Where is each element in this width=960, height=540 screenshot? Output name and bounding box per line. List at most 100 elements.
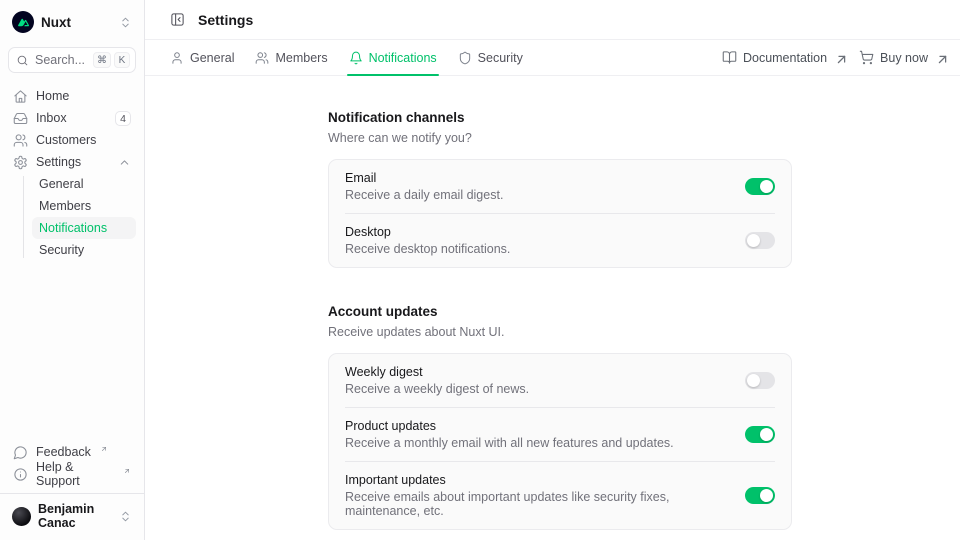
tabbar-actions: Documentation Buy now [722, 40, 950, 75]
section-title: Notification channels [328, 110, 792, 125]
sidebar-item-settings[interactable]: Settings [8, 151, 136, 173]
sub-item-label: Notifications [39, 221, 107, 235]
search-placeholder: Search... [35, 53, 85, 67]
chevrons-up-down-icon [119, 510, 132, 523]
sidebar-footer: Feedback Help & Support Benjamin Canac [8, 441, 136, 532]
setting-label: Product updates [345, 419, 674, 433]
external-link-icon [834, 52, 849, 67]
sidebar-item-notifications[interactable]: Notifications [32, 217, 136, 239]
setting-label: Important updates [345, 473, 729, 487]
setting-row-weekly-digest: Weekly digest Receive a weekly digest of… [329, 354, 791, 407]
help-support-link[interactable]: Help & Support [8, 463, 136, 485]
tab-label: Notifications [369, 51, 437, 65]
bell-icon [349, 51, 363, 65]
page-titlebar: Settings [145, 0, 960, 40]
tab-notifications[interactable]: Notifications [349, 40, 437, 75]
search-input[interactable]: Search... ⌘ K [8, 47, 136, 73]
users-icon [13, 133, 28, 148]
external-link-icon [100, 445, 108, 453]
chevrons-up-down-icon [119, 16, 132, 29]
sidebar-item-home[interactable]: Home [8, 85, 136, 107]
sub-item-label: Security [39, 243, 84, 257]
users-icon [255, 51, 269, 65]
product-updates-toggle[interactable] [745, 426, 775, 443]
buy-now-button[interactable]: Buy now [859, 48, 950, 67]
sidebar-item-inbox[interactable]: Inbox 4 [8, 107, 136, 129]
tab-label: General [190, 51, 234, 65]
setting-description: Receive a weekly digest of news. [345, 382, 529, 396]
setting-row-desktop: Desktop Receive desktop notifications. [329, 214, 791, 267]
section-notification-channels: Notification channels Where can we notif… [328, 110, 792, 268]
sidebar-item-label: Settings [36, 155, 81, 169]
setting-description: Receive a monthly email with all new fea… [345, 436, 674, 450]
action-label: Documentation [743, 51, 827, 65]
section-account-updates: Account updates Receive updates about Nu… [328, 304, 792, 530]
sidebar-item-label: Home [36, 89, 69, 103]
main-panel: Settings General Members Notifications [145, 0, 960, 540]
setting-row-email: Email Receive a daily email digest. [329, 160, 791, 213]
footer-item-label: Feedback [36, 445, 91, 459]
team-name: Nuxt [41, 15, 71, 30]
sidebar-item-security[interactable]: Security [32, 239, 136, 261]
settings-card: Weekly digest Receive a weekly digest of… [328, 353, 792, 530]
sidebar-nav: Home Inbox 4 Customers Settings General [8, 85, 136, 261]
search-icon [16, 54, 29, 67]
chevron-up-icon [118, 156, 131, 169]
action-label: Buy now [880, 51, 928, 65]
sidebar-item-members[interactable]: Members [32, 195, 136, 217]
tab-members[interactable]: Members [255, 40, 327, 75]
external-link-icon [935, 52, 950, 67]
sub-item-label: General [39, 177, 83, 191]
sidebar-item-customers[interactable]: Customers [8, 129, 136, 151]
avatar [12, 507, 31, 526]
tab-general[interactable]: General [170, 40, 234, 75]
setting-label: Email [345, 171, 503, 185]
setting-description: Receive a daily email digest. [345, 188, 503, 202]
tab-label: Members [275, 51, 327, 65]
sidebar: Nuxt Search... ⌘ K Home Inbox 4 [0, 0, 145, 540]
home-icon [13, 89, 28, 104]
shield-icon [458, 51, 472, 65]
setting-row-important-updates: Important updates Receive emails about i… [329, 462, 791, 529]
team-switcher[interactable]: Nuxt [8, 8, 136, 36]
page-title: Settings [198, 12, 253, 28]
setting-description: Receive emails about important updates l… [345, 490, 729, 518]
user-icon [170, 51, 184, 65]
footer-item-label: Help & Support [36, 460, 114, 488]
settings-sub-list: General Members Notifications Security [8, 173, 136, 261]
tabs: General Members Notifications Security [170, 40, 523, 75]
book-open-icon [722, 50, 737, 65]
desktop-toggle[interactable] [745, 232, 775, 249]
collapse-sidebar-button[interactable] [167, 10, 187, 30]
section-description: Where can we notify you? [328, 131, 792, 145]
sub-item-label: Members [39, 199, 91, 213]
tabbar: General Members Notifications Security [145, 40, 960, 76]
settings-content: Notification channels Where can we notif… [145, 76, 960, 540]
shopping-cart-icon [859, 50, 874, 65]
tab-label: Security [478, 51, 523, 65]
info-circle-icon [13, 467, 28, 482]
important-updates-toggle[interactable] [745, 487, 775, 504]
documentation-button[interactable]: Documentation [722, 48, 849, 67]
sidebar-item-label: Inbox [36, 111, 67, 125]
inbox-icon [13, 111, 28, 126]
kbd-k: K [114, 52, 130, 68]
gear-icon [13, 155, 28, 170]
section-title: Account updates [328, 304, 792, 319]
setting-description: Receive desktop notifications. [345, 242, 510, 256]
app-window: Nuxt Search... ⌘ K Home Inbox 4 [0, 0, 960, 540]
user-name: Benjamin Canac [38, 502, 112, 530]
email-toggle[interactable] [745, 178, 775, 195]
tab-security[interactable]: Security [458, 40, 523, 75]
sidebar-item-label: Customers [36, 133, 96, 147]
panel-left-close-icon [170, 12, 185, 27]
chat-bubble-icon [13, 445, 28, 460]
user-menu[interactable]: Benjamin Canac [8, 494, 136, 532]
setting-label: Weekly digest [345, 365, 529, 379]
weekly-digest-toggle[interactable] [745, 372, 775, 389]
setting-row-product-updates: Product updates Receive a monthly email … [329, 408, 791, 461]
section-description: Receive updates about Nuxt UI. [328, 325, 792, 339]
setting-label: Desktop [345, 225, 510, 239]
sidebar-item-general[interactable]: General [32, 173, 136, 195]
inbox-count-badge: 4 [115, 111, 131, 126]
